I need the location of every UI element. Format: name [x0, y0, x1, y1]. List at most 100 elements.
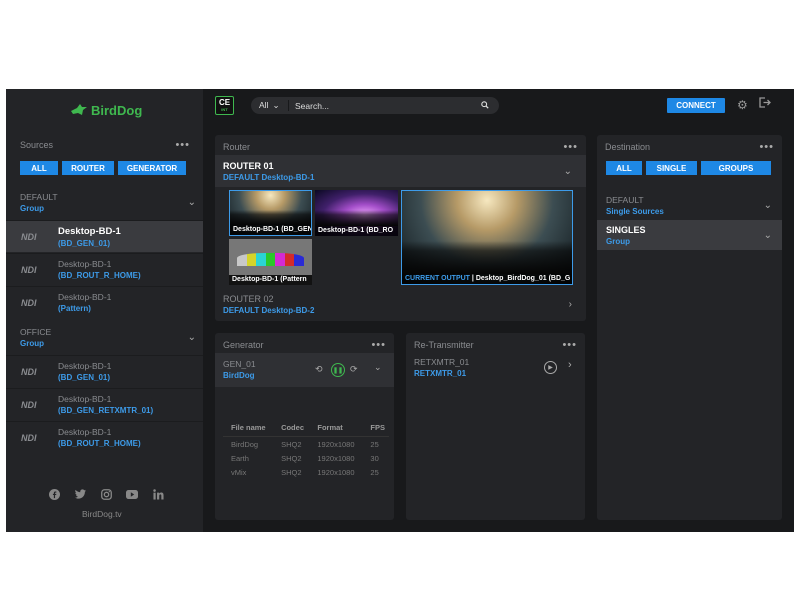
retransmitter-menu-icon[interactable]: •••	[562, 339, 577, 351]
ndi-badge: NDI	[21, 432, 37, 443]
destination-row-default[interactable]: DEFAULT Single Sources ⌄	[597, 190, 782, 220]
app-badge-sub: INT	[221, 106, 228, 112]
retransmitter-name: RETXMTR_01	[414, 357, 470, 367]
crowd-silhouette	[315, 209, 398, 226]
social-links	[48, 488, 164, 500]
sources-sidebar: BirdDog Sources ••• ALL ROUTER GENERATOR…	[6, 89, 203, 532]
destination-filter-tabs: ALL SINGLE GROUPS	[606, 161, 771, 175]
tab-router[interactable]: ROUTER	[62, 161, 114, 175]
thumbnail-label: Desktop-BD-1 (BD_GEN	[230, 225, 311, 235]
file-format: 1920x1080	[317, 454, 355, 463]
group-default-header[interactable]: DEFAULT Group ⌄	[20, 192, 196, 213]
router-sub: DEFAULT Desktop-BD-2	[223, 305, 315, 315]
current-output-separator: |	[471, 275, 474, 282]
instagram-icon[interactable]	[100, 488, 112, 500]
column-header: FPS	[362, 421, 389, 437]
retransmitter-sub: RETXMTR_01	[414, 369, 467, 378]
file-fps: 30	[370, 454, 379, 463]
file-codec: SHQ2	[281, 440, 302, 449]
chevron-right-icon[interactable]: ›	[569, 299, 572, 310]
router-menu-icon[interactable]: •••	[563, 141, 578, 153]
tab-generator[interactable]: GENERATOR	[118, 161, 186, 175]
source-name: Desktop-BD-1	[58, 361, 112, 371]
generator-panel: Generator ••• GEN_01 BirdDog ⟲ ❚❚ ⟳ ⌄ Fi…	[215, 333, 394, 520]
source-sub: (BD_ROUT_R_HOME)	[58, 439, 141, 448]
source-item[interactable]: NDI Desktop-BD-1 (BD_ROUT_R_HOME)	[6, 253, 203, 285]
table-row[interactable]: Earth SHQ2 1920x1080 30	[223, 451, 389, 465]
tab-all[interactable]: ALL	[20, 161, 58, 175]
retransmitter-row[interactable]: RETXMTR_01 RETXMTR_01 ▶ ›	[406, 353, 585, 383]
ndi-badge: NDI	[21, 399, 37, 410]
sources-menu-icon[interactable]: •••	[175, 139, 190, 151]
connect-button[interactable]: CONNECT	[667, 98, 725, 113]
router-input-thumbnail[interactable]: Desktop-BD-1 (BD_GEN	[229, 190, 312, 236]
test-pattern	[237, 252, 304, 266]
tab-single[interactable]: SINGLE	[646, 161, 697, 175]
youtube-icon[interactable]	[126, 488, 138, 500]
search-icon[interactable]	[481, 100, 499, 111]
destination-name: SINGLES	[606, 224, 646, 235]
pause-icon[interactable]: ❚❚	[331, 363, 345, 377]
current-output-preview[interactable]: CURRENT OUTPUT | Desktop_BirdDog_01 (BD_…	[401, 190, 573, 285]
destination-header: Destination •••	[605, 141, 774, 153]
play-icon[interactable]: ▶	[544, 361, 557, 374]
birddog-logo: BirdDog	[70, 99, 142, 121]
generator-row[interactable]: GEN_01 BirdDog ⟲ ❚❚ ⟳ ⌄	[215, 353, 394, 387]
gear-icon[interactable]: ⚙	[737, 98, 748, 112]
logout-icon[interactable]	[759, 97, 771, 111]
twitter-icon[interactable]	[74, 488, 86, 500]
current-output-label: CURRENT OUTPUT | Desktop_BirdDog_01 (BD_…	[402, 274, 572, 284]
retransmitter-header: Re-Transmitter •••	[414, 339, 577, 351]
app-window: BirdDog Sources ••• ALL ROUTER GENERATOR…	[6, 89, 794, 532]
file-name: Earth	[231, 454, 249, 463]
tab-all[interactable]: ALL	[606, 161, 642, 175]
source-name: Desktop-BD-1	[58, 259, 112, 269]
router-input-thumbnail[interactable]: Desktop-BD-1 (BD_RO	[315, 190, 398, 236]
linkedin-icon[interactable]	[152, 488, 164, 500]
chevron-down-icon[interactable]: ⌄	[764, 230, 772, 241]
destination-name: DEFAULT	[606, 194, 644, 205]
chevron-down-icon[interactable]: ⌄	[564, 166, 572, 177]
search-scope-select[interactable]: All ⌄	[251, 100, 289, 111]
destination-menu-icon[interactable]: •••	[759, 141, 774, 153]
destination-title: Destination	[605, 142, 651, 152]
facebook-icon[interactable]	[48, 488, 60, 500]
source-item[interactable]: NDI Desktop-BD-1 (BD_GEN_RETXMTR_01)	[6, 388, 203, 420]
generator-menu-icon[interactable]: •••	[371, 339, 386, 351]
router-row-02[interactable]: ROUTER 02 DEFAULT Desktop-BD-2 ›	[215, 289, 586, 319]
router-sub: DEFAULT Desktop-BD-1	[223, 172, 315, 182]
source-item[interactable]: NDI Desktop-BD-1 (BD_GEN_01)	[6, 355, 203, 387]
router-name: ROUTER 01	[223, 160, 274, 171]
chevron-down-icon[interactable]: ⌄	[374, 362, 382, 373]
source-sub: (BD_ROUT_R_HOME)	[58, 271, 141, 280]
source-name: Desktop-BD-1	[58, 292, 112, 302]
chevron-down-icon[interactable]: ⌄	[188, 197, 196, 208]
chevron-down-icon[interactable]: ⌄	[188, 332, 196, 343]
tab-groups[interactable]: GROUPS	[701, 161, 771, 175]
router-panel: Router ••• ROUTER 01 DEFAULT Desktop-BD-…	[215, 135, 586, 321]
group-office-header[interactable]: OFFICE Group ⌄	[20, 327, 196, 348]
loop-icon[interactable]: ⟲	[315, 364, 323, 375]
router-row-01[interactable]: ROUTER 01 DEFAULT Desktop-BD-1 ⌄	[215, 155, 586, 187]
router-input-thumbnail[interactable]: Desktop-BD-1 (Pattern	[229, 239, 312, 285]
ndi-badge: NDI	[21, 297, 37, 308]
destination-row-singles[interactable]: SINGLES Group ⌄	[597, 220, 782, 250]
source-sub: (BD_GEN_01)	[58, 238, 111, 248]
bird-icon	[71, 104, 87, 115]
source-item[interactable]: NDI Desktop-BD-1 (BD_GEN_01)	[6, 220, 203, 252]
source-item[interactable]: NDI Desktop-BD-1 (Pattern)	[6, 286, 203, 318]
chevron-right-icon[interactable]: ›	[568, 359, 572, 371]
destination-sub: Group	[606, 236, 630, 246]
source-item[interactable]: NDI Desktop-BD-1 (BD_ROUT_R_HOME)	[6, 421, 203, 453]
current-output-tag: CURRENT OUTPUT	[405, 275, 470, 282]
table-row[interactable]: BirdDog SHQ2 1920x1080 25	[223, 437, 389, 452]
destination-panel: Destination ••• ALL SINGLE GROUPS DEFAUL…	[597, 135, 782, 520]
table-row[interactable]: vMix SHQ2 1920x1080 25	[223, 465, 389, 479]
search-input[interactable]	[289, 100, 481, 111]
column-header: File name	[223, 421, 274, 437]
chevron-down-icon[interactable]: ⌄	[764, 200, 772, 211]
source-sub: (BD_GEN_RETXMTR_01)	[58, 406, 154, 415]
crowd-silhouette	[402, 241, 572, 274]
repeat-icon[interactable]: ⟳	[350, 364, 358, 375]
website-link[interactable]: BirdDog.tv	[82, 509, 122, 519]
